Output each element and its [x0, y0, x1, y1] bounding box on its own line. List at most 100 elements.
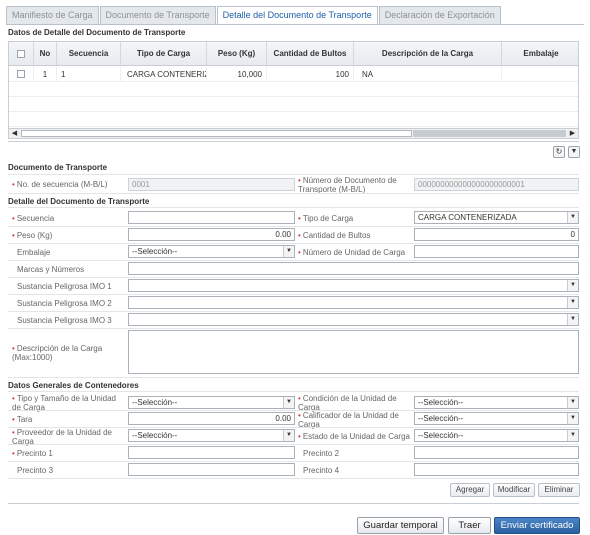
agregar-button[interactable]: Agregar [450, 483, 490, 497]
col-peso[interactable]: Peso (Kg) [207, 42, 267, 65]
peso-input[interactable]: 0.00 [128, 228, 295, 241]
proveedor-select[interactable]: --Selección-- ▼ [128, 429, 295, 442]
tara-input[interactable]: 0.00 [128, 412, 295, 425]
divider [8, 260, 579, 261]
secuencia-input[interactable] [128, 211, 295, 224]
tab-detalle[interactable]: Detalle del Documento de Transporte [216, 6, 378, 25]
calificador-select[interactable]: --Selección-- ▼ [414, 412, 579, 425]
tipo-carga-select[interactable]: CARGA CONTENERIZADA ▼ [414, 211, 579, 224]
grid-title: Datos de Detalle del Documento de Transp… [8, 28, 186, 37]
seq-field: 0001 [128, 178, 295, 191]
precinto3-input[interactable] [128, 463, 295, 476]
imo2-label: Sustancia Peligrosa IMO 2 [17, 299, 112, 308]
tab-manifiesto[interactable]: Manifiesto de Carga [6, 6, 99, 24]
table-row[interactable]: 1 1 CARGA CONTENERIZADA 10,000 100 NA [9, 67, 578, 82]
divider [8, 193, 579, 194]
estado-select[interactable]: --Selección-- ▼ [414, 429, 579, 442]
chevron-down-icon[interactable]: ▼ [568, 146, 580, 158]
scrollbar-track[interactable] [21, 130, 412, 137]
embalaje-label: Embalaje [17, 248, 51, 257]
precinto2-input[interactable] [414, 446, 579, 459]
imo1-select[interactable]: ▼ [128, 279, 579, 292]
chevron-down-icon[interactable]: ▼ [567, 297, 578, 308]
col-tipo-carga[interactable]: Tipo de Carga [121, 42, 207, 65]
doc-section-title: Documento de Transporte [8, 163, 108, 172]
tipo-tamano-value: --Selección-- [132, 398, 178, 407]
chevron-down-icon[interactable]: ▼ [283, 246, 294, 257]
embalaje-value: --Selección-- [132, 247, 178, 256]
bultos-label: Cantidad de Bultos [298, 231, 371, 240]
traer-button[interactable]: Traer [448, 517, 491, 534]
tab-declaracion[interactable]: Declaración de Exportación [378, 6, 501, 24]
tara-label: Tara [12, 415, 33, 424]
divider [8, 174, 579, 175]
scrollbar-thumb[interactable] [413, 130, 566, 137]
divider [8, 243, 579, 244]
enviar-certificado-button[interactable]: Enviar certificado [494, 517, 580, 534]
chevron-down-icon[interactable]: ▼ [567, 397, 578, 408]
imo3-label: Sustancia Peligrosa IMO 3 [17, 316, 112, 325]
row-checkbox[interactable] [17, 70, 25, 78]
condicion-value: --Selección-- [418, 398, 464, 407]
embalaje-select[interactable]: --Selección-- ▼ [128, 245, 295, 258]
calificador-value: --Selección-- [418, 414, 464, 423]
bultos-input[interactable]: 0 [414, 228, 579, 241]
imo3-select[interactable]: ▼ [128, 313, 579, 326]
col-descripcion[interactable]: Descripción de la Carga [354, 42, 502, 65]
condicion-select[interactable]: --Selección-- ▼ [414, 396, 579, 409]
divider [8, 226, 579, 227]
col-embalaje[interactable]: Embalaje [502, 42, 578, 65]
descripcion-textarea[interactable] [128, 330, 579, 374]
precinto4-label: Precinto 4 [303, 466, 340, 475]
cell-secuencia: 1 [57, 67, 121, 81]
divider [8, 461, 579, 462]
refresh-icon[interactable]: ↻ [553, 146, 565, 158]
grid-header: No Secuencia Tipo de Carga Peso (Kg) Can… [9, 42, 578, 66]
secuencia-label: Secuencia [12, 214, 54, 223]
chevron-down-icon[interactable]: ▼ [567, 430, 578, 441]
horizontal-scrollbar[interactable]: ◀ ▶ [9, 128, 578, 138]
col-no[interactable]: No [34, 42, 57, 65]
cell-embalaje [502, 67, 578, 81]
imo2-select[interactable]: ▼ [128, 296, 579, 309]
footer-divider [8, 503, 579, 504]
divider [8, 311, 579, 312]
precinto4-input[interactable] [414, 463, 579, 476]
col-cantidad-bultos[interactable]: Cantidad de Bultos [267, 42, 354, 65]
chevron-down-icon[interactable]: ▼ [567, 314, 578, 325]
empty-row [9, 97, 578, 112]
tipo-tamano-select[interactable]: --Selección-- ▼ [128, 396, 295, 409]
divider [8, 207, 579, 208]
guardar-temporal-button[interactable]: Guardar temporal [357, 517, 444, 534]
precinto1-input[interactable] [128, 446, 295, 459]
chevron-down-icon[interactable]: ▼ [283, 397, 294, 408]
marcas-input[interactable] [128, 262, 579, 275]
chevron-down-icon[interactable]: ▼ [283, 430, 294, 441]
cell-peso: 10,000 [207, 67, 267, 81]
divider [8, 391, 579, 392]
col-secuencia[interactable]: Secuencia [57, 42, 121, 65]
unidad-carga-input[interactable] [414, 245, 579, 258]
cell-no: 1 [34, 67, 57, 81]
chevron-down-icon[interactable]: ▼ [567, 212, 578, 223]
divider [8, 410, 579, 411]
chevron-down-icon[interactable]: ▼ [567, 413, 578, 424]
select-all-checkbox[interactable] [17, 49, 25, 58]
scroll-left-icon[interactable]: ◀ [9, 129, 20, 138]
cell-bultos: 100 [267, 67, 354, 81]
seq-label: No. de secuencia (M-B/L) [12, 180, 108, 189]
cell-tipo-carga: CARGA CONTENERIZADA [121, 67, 207, 81]
descripcion-label: Descripción de la Carga (Max:1000) [12, 344, 122, 362]
detail-section-title: Detalle del Documento de Transporte [8, 197, 150, 206]
tab-divider [6, 24, 584, 25]
doc-number-field: 000000000000000000000001 [414, 178, 579, 191]
tipo-carga-label: Tipo de Carga [298, 214, 353, 223]
empty-row [9, 112, 578, 127]
scroll-right-icon[interactable]: ▶ [567, 129, 578, 138]
chevron-down-icon[interactable]: ▼ [567, 280, 578, 291]
eliminar-button[interactable]: Eliminar [538, 483, 580, 497]
divider [8, 328, 579, 329]
modificar-button[interactable]: Modificar [493, 483, 535, 497]
cell-descripcion: NA [354, 67, 502, 81]
tab-documento[interactable]: Documento de Transporte [99, 6, 216, 24]
